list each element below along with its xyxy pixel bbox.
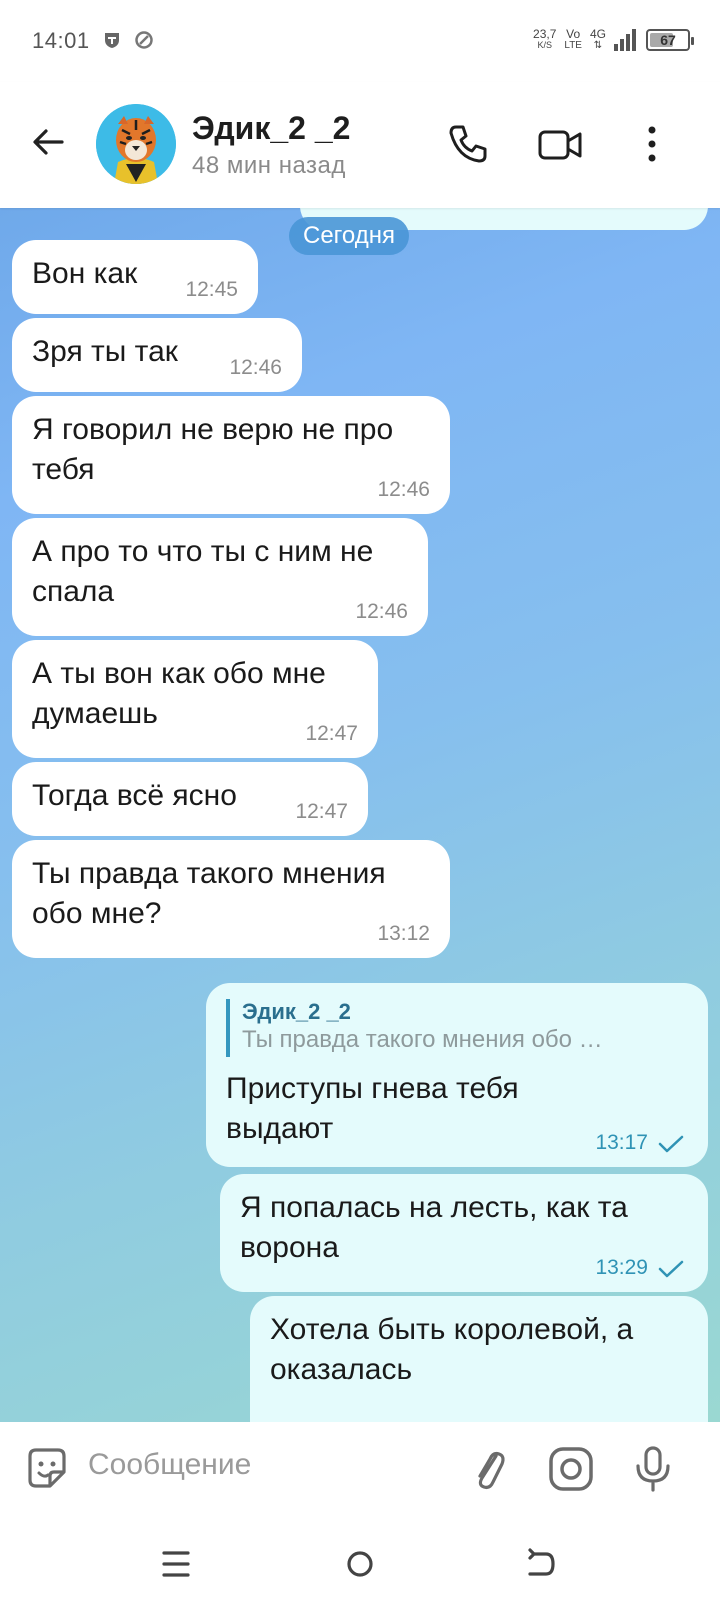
message-text: Я попалась на лесть, как та ворона xyxy=(240,1191,628,1264)
message-input-bar: Сообщение xyxy=(0,1422,720,1516)
date-separator: Сегодня xyxy=(289,217,409,255)
network-type: 4G ⇅ xyxy=(589,27,606,51)
message-bubble-incoming[interactable]: А про то что ты с ним не спала 12:46 xyxy=(12,518,428,636)
message-text: Тогда всё ясно xyxy=(32,779,237,812)
message-bubble-incoming[interactable]: Зря ты так 12:46 xyxy=(12,318,302,392)
message-bubble-incoming[interactable]: А ты вон как обо мне думаешь 12:47 xyxy=(12,640,378,758)
avatar[interactable] xyxy=(96,104,176,184)
shield-notification-icon xyxy=(105,33,119,48)
back-arrow-icon[interactable] xyxy=(28,122,68,162)
status-icons: 23,7 K/S Vo LTE 4G ⇅ 67 xyxy=(533,24,694,56)
reply-author: Эдик_2 _2 xyxy=(242,999,351,1024)
camera-icon[interactable] xyxy=(546,1444,596,1494)
sticker-icon[interactable] xyxy=(22,1444,72,1494)
battery-percent: 67 xyxy=(660,32,676,48)
message-time: 12:47 xyxy=(305,722,358,745)
message-bubble-incoming[interactable]: Ты правда такого мнения обо мне? 13:12 xyxy=(12,840,450,958)
message-time: 13:12 xyxy=(377,922,430,945)
net-speed: 23,7 K/S xyxy=(533,27,557,50)
message-time: 12:46 xyxy=(229,356,282,379)
last-seen: 48 мин назад xyxy=(192,152,346,179)
message-bubble-incoming[interactable]: Вон как 12:45 xyxy=(12,240,258,314)
battery-icon: 67 xyxy=(646,29,694,51)
message-time: 13:29 xyxy=(595,1256,648,1279)
message-text: Зря ты так xyxy=(32,335,178,368)
message-bubble-outgoing[interactable]: Я попалась на лесть, как та ворона 13:29 xyxy=(220,1174,708,1292)
volte-indicator: Vo LTE xyxy=(564,27,582,51)
signal-icon xyxy=(614,29,636,51)
message-time: 12:45 xyxy=(185,278,238,301)
message-time: 13:17 xyxy=(595,1131,648,1154)
message-text: А про то что ты с ним не спала xyxy=(32,535,374,608)
more-vert-icon[interactable] xyxy=(628,120,676,168)
message-text: А ты вон как обо мне думаешь xyxy=(32,657,326,730)
message-bubble-outgoing[interactable]: Эдик_2 _2 Ты правда такого мнения обо … … xyxy=(206,983,708,1167)
message-text: Приступы гнева тебя выдают xyxy=(226,1072,519,1145)
back-icon[interactable] xyxy=(520,1544,560,1584)
message-input[interactable]: Сообщение xyxy=(88,1448,251,1482)
menu-icon[interactable] xyxy=(156,1544,196,1584)
sent-check-icon xyxy=(658,1135,684,1153)
contact-name[interactable]: Эдик_2 _2 xyxy=(192,110,350,147)
message-bubble-incoming[interactable]: Тогда всё ясно 12:47 xyxy=(12,762,368,836)
reply-text: Ты правда такого мнения обо … xyxy=(242,1026,603,1053)
video-icon[interactable] xyxy=(536,120,584,168)
home-icon[interactable] xyxy=(340,1544,380,1584)
message-time: 12:47 xyxy=(295,800,348,823)
attach-icon[interactable] xyxy=(464,1444,514,1494)
message-bubble-outgoing[interactable]: Хотела быть королевой, а оказалась xyxy=(250,1296,708,1422)
sync-notification-icon xyxy=(135,31,153,49)
sent-check-icon xyxy=(658,1260,684,1278)
tiger-avatar-image xyxy=(96,104,176,184)
message-text: Ты правда такого мнения обо мне? xyxy=(32,857,386,930)
chat-area[interactable]: Сегодня Вон как 12:45 Зря ты так 12:46 Я… xyxy=(0,208,720,1422)
status-bar: 14:01 23,7 K/S Vo LTE 4G ⇅ 67 xyxy=(0,0,720,82)
system-nav-bar xyxy=(0,1516,720,1612)
status-time: 14:01 xyxy=(32,28,90,53)
reply-quote[interactable]: Эдик_2 _2 Ты правда такого мнения обо … xyxy=(226,999,684,1057)
message-text: Я говорил не верю не про тебя xyxy=(32,413,394,486)
message-time: 12:46 xyxy=(377,478,430,501)
message-bubble-incoming[interactable]: Я говорил не верю не про тебя 12:46 xyxy=(12,396,450,514)
chat-header: Эдик_2 _2 48 мин назад xyxy=(0,82,720,208)
phone-icon[interactable] xyxy=(444,120,492,168)
mic-icon[interactable] xyxy=(628,1444,678,1494)
message-time: 12:46 xyxy=(355,600,408,623)
message-text: Вон как xyxy=(32,257,138,290)
message-text: Хотела быть королевой, а оказалась xyxy=(270,1313,634,1386)
